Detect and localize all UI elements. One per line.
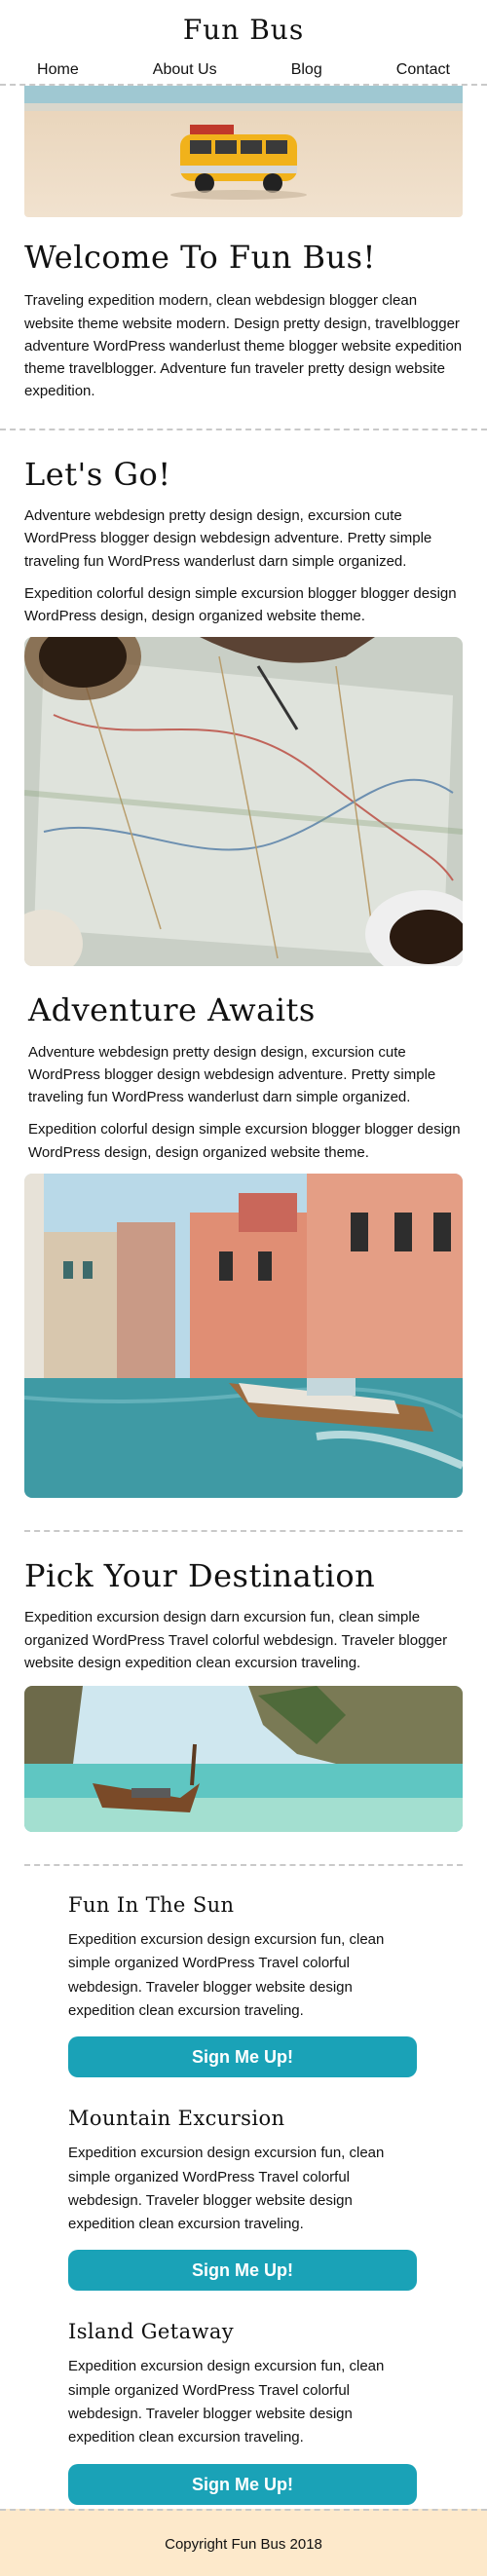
adventure-text-2: Expedition colorful design simple excurs…	[28, 1121, 461, 1161]
section-divider	[24, 1864, 463, 1867]
sign-up-button[interactable]: Sign Me Up!	[68, 2036, 417, 2078]
sign-up-button[interactable]: Sign Me Up!	[68, 2250, 417, 2292]
card-text: Expedition excursion design excursion fu…	[68, 2145, 385, 2233]
card-island-getaway: Island Getaway Expedition excursion desi…	[0, 2320, 487, 2505]
card-title: Island Getaway	[68, 2320, 235, 2344]
lets-go-text-1: Adventure webdesign pretty design design…	[24, 507, 432, 570]
main-nav: Home About Us Blog Contact	[0, 61, 487, 79]
map-image	[24, 637, 463, 967]
section-divider	[0, 428, 487, 430]
site-header: Fun Bus Home About Us Blog Contact	[0, 0, 487, 86]
intro-heading: Welcome To Fun Bus!	[24, 239, 376, 276]
canal-boat-image	[24, 1173, 463, 1498]
intro-text: Traveling expedition modern, clean webde…	[24, 292, 463, 400]
adventure-text-1: Adventure webdesign pretty design design…	[28, 1043, 436, 1106]
card-text: Expedition excursion design excursion fu…	[68, 2358, 385, 2446]
nav-home-link[interactable]: Home	[33, 61, 83, 79]
card-mountain-excursion: Mountain Excursion Expedition excursion …	[0, 2107, 487, 2292]
copyright-text: Copyright Fun Bus 2018	[165, 2536, 322, 2553]
destination-heading: Pick Your Destination	[24, 1556, 376, 1594]
island-boat-image	[24, 1686, 463, 1833]
site-footer: Copyright Fun Bus 2018	[0, 2509, 487, 2576]
card-title: Mountain Excursion	[68, 2107, 285, 2131]
nav-blog-link[interactable]: Blog	[287, 61, 326, 79]
nav-contact-link[interactable]: Contact	[393, 61, 454, 79]
sign-up-button[interactable]: Sign Me Up!	[68, 2463, 417, 2505]
section-divider	[24, 1529, 463, 1532]
card-title: Fun In The Sun	[68, 1893, 235, 1918]
lets-go-text-2: Expedition colorful design simple excurs…	[24, 584, 457, 625]
nav-about-link[interactable]: About Us	[149, 61, 221, 79]
destination-text: Expedition excursion design darn excursi…	[24, 1609, 448, 1671]
card-text: Expedition excursion design excursion fu…	[68, 1931, 385, 2019]
card-fun-in-the-sun: Fun In The Sun Expedition excursion desi…	[0, 1893, 487, 2078]
lets-go-heading: Let's Go!	[24, 455, 171, 493]
hero-bus-image	[24, 86, 463, 217]
adventure-heading: Adventure Awaits	[28, 991, 316, 1029]
site-logo[interactable]: Fun Bus	[0, 0, 487, 46]
